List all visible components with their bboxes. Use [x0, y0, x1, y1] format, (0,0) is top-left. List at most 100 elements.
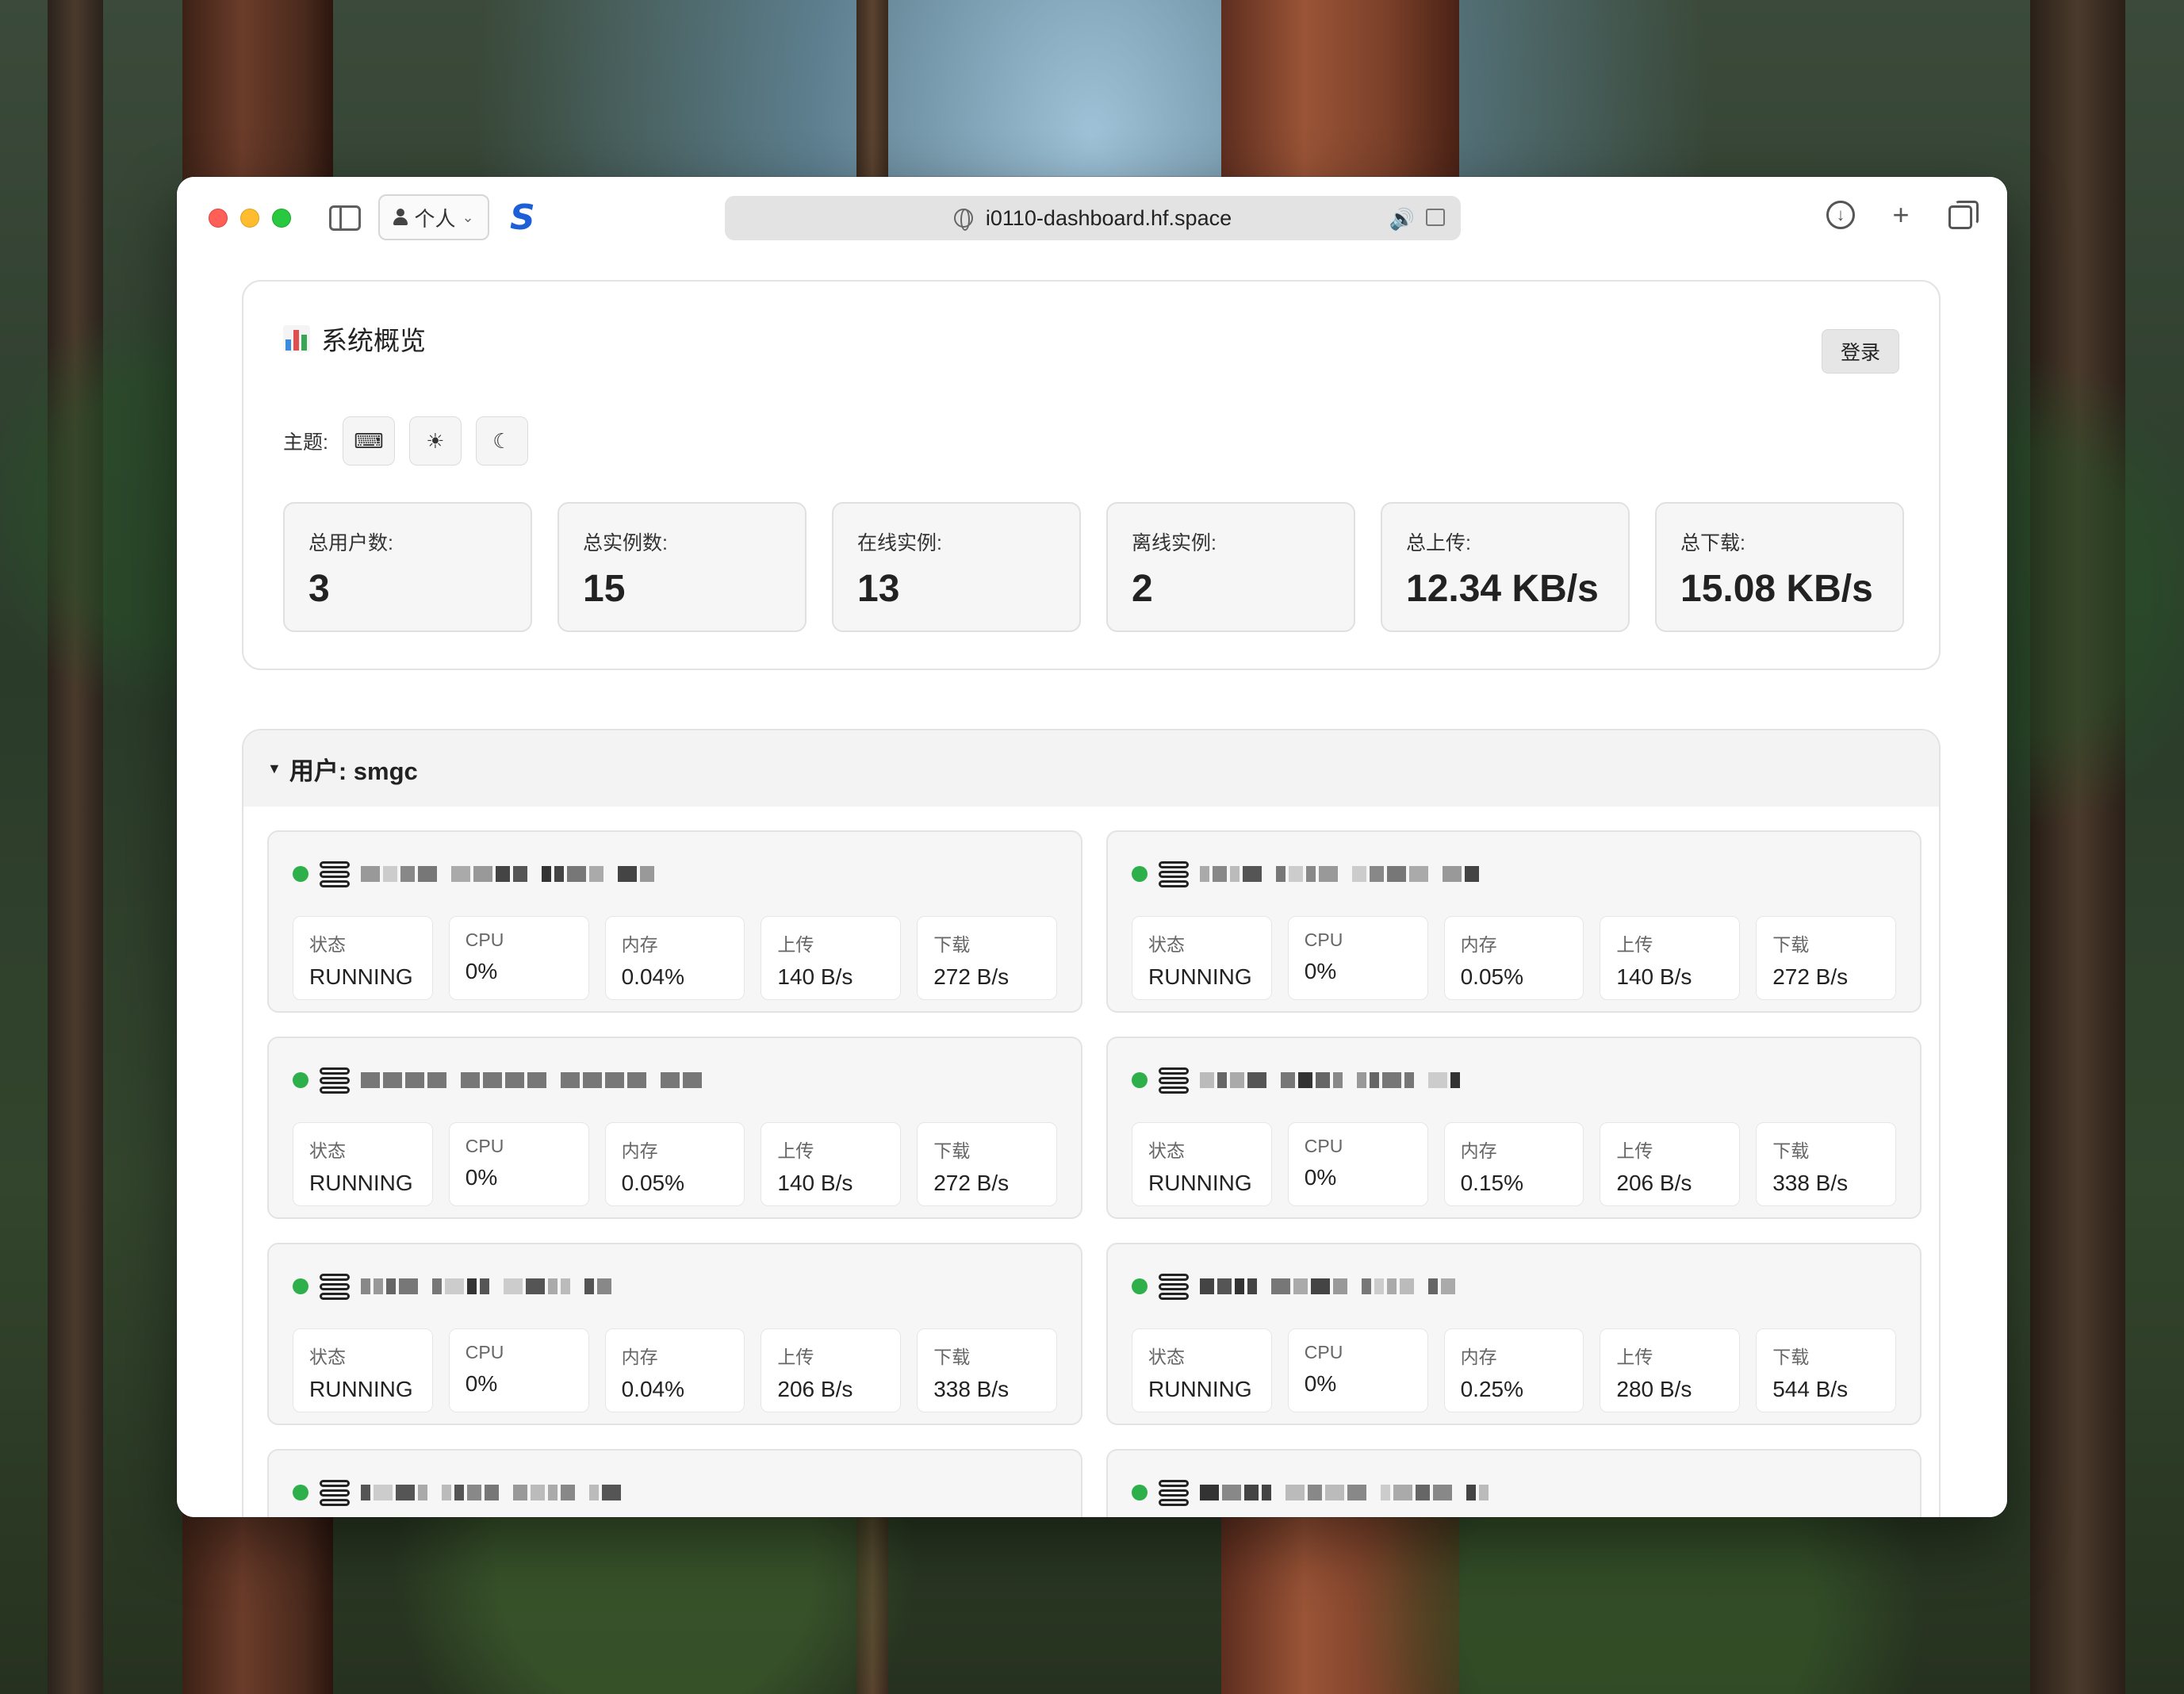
online-status-dot	[1132, 1485, 1148, 1500]
instance-name-redacted	[1200, 1484, 1489, 1501]
metric-label: 上传	[777, 1347, 814, 1367]
metric-label: 内存	[1460, 1347, 1497, 1367]
disclosure-triangle-icon: ▼	[267, 760, 282, 776]
metric-status: 状态 RUNNING	[293, 916, 433, 1000]
metric-cpu: CPU 0%	[448, 1328, 589, 1412]
metric-value: 338 B/s	[1772, 1171, 1849, 1195]
minimize-window-button[interactable]	[240, 209, 259, 228]
download-icon[interactable]: ↓	[1826, 201, 1855, 229]
close-window-button[interactable]	[209, 209, 228, 228]
theme-label: 主题:	[283, 431, 328, 454]
globe-icon	[953, 209, 973, 231]
online-status-dot	[293, 1485, 308, 1500]
stat-label: 总下载:	[1680, 532, 1745, 554]
login-button[interactable]: 登录	[1822, 329, 1899, 374]
instance-header	[293, 1451, 1057, 1517]
metric-value: 0%	[465, 1165, 498, 1190]
metric-label: 上传	[777, 1140, 814, 1161]
metric-value: 0%	[1304, 1371, 1337, 1396]
overview-title-text: 系统概览	[321, 326, 426, 355]
metric-status: 状态 RUNNING	[1132, 1328, 1272, 1412]
stat-online-instances: 在线实例: 13	[832, 502, 1081, 632]
server-icon	[1159, 859, 1189, 889]
metric-value: 0.04%	[621, 1377, 684, 1401]
online-status-dot	[293, 1072, 308, 1088]
user-section-header[interactable]: ▼ 用户: smgc	[243, 730, 1939, 807]
metric-value: 0.05%	[1460, 964, 1523, 989]
instance-header	[1132, 1038, 1896, 1122]
instance-name-redacted	[361, 865, 654, 883]
metric-label: 下载	[1772, 934, 1810, 955]
metric-label: 内存	[1460, 1140, 1497, 1161]
metric-up: 上传 140 B/s	[761, 916, 902, 1000]
metric-value: 272 B/s	[933, 1171, 1010, 1195]
instance-header	[1132, 1244, 1896, 1328]
instance-name-redacted	[1200, 1071, 1460, 1089]
instance-card: 状态 RUNNING CPU 0% 内存 0.15% 上传 206 B/s 下载 338 B/s	[1106, 1037, 1922, 1219]
metric-value: 0.25%	[1460, 1377, 1523, 1401]
metric-label: CPU	[465, 1136, 504, 1156]
instance-header	[293, 1038, 1057, 1122]
instance-metrics: 状态 RUNNING CPU 0% 内存 0.05% 上传 140 B/s 下载 272 B/s	[1132, 916, 1896, 1000]
metric-label: 状态	[309, 934, 346, 955]
metric-label: 内存	[621, 1347, 658, 1367]
metric-value: 0%	[1304, 1165, 1337, 1190]
metric-cpu: CPU 0%	[448, 916, 589, 1000]
metric-label: 下载	[1772, 1347, 1810, 1367]
metric-value: 140 B/s	[777, 1171, 853, 1195]
bar-chart-icon	[283, 325, 310, 352]
overview-card: 系统概览 登录 主题: ⌨ ☀ ☾ 总用户数: 3 总实例数: 15 在线实例:…	[242, 280, 1941, 670]
metric-value: RUNNING	[309, 1377, 413, 1401]
sidebar-toggle-icon[interactable]	[329, 205, 361, 231]
profile-selector[interactable]: 个人 ⌄	[378, 194, 489, 240]
instance-header	[293, 1244, 1057, 1328]
reader-icon[interactable]	[1426, 209, 1445, 226]
stat-value: 13	[857, 568, 900, 610]
url-text: i0110-dashboard.hf.space	[985, 205, 1232, 230]
metric-label: 状态	[1148, 1347, 1185, 1367]
instance-name-redacted	[361, 1071, 702, 1089]
instance-card: 状态 RUNNING CPU 0% 内存 0.05% 上传 140 B/s 下载 272 B/s	[1106, 830, 1922, 1013]
address-bar[interactable]: i0110-dashboard.hf.space 🔊	[725, 196, 1461, 240]
speaker-icon[interactable]: 🔊	[1389, 207, 1415, 232]
metric-label: 上传	[1616, 1347, 1653, 1367]
metric-mem: 内存 0.15%	[1443, 1122, 1584, 1206]
metric-label: 内存	[1460, 934, 1497, 955]
server-icon	[1159, 1271, 1189, 1301]
zoom-window-button[interactable]	[272, 209, 291, 228]
metric-mem: 内存 0.05%	[604, 1122, 745, 1206]
metric-label: 下载	[933, 1347, 971, 1367]
metric-value: 206 B/s	[777, 1377, 853, 1401]
instance-metrics: 状态 RUNNING CPU 0% 内存 0.25% 上传 280 B/s 下载 544 B/s	[1132, 1328, 1896, 1412]
extension-s-icon[interactable]: S	[510, 197, 535, 238]
metric-down: 下载 272 B/s	[1756, 916, 1896, 1000]
metric-down: 下载 272 B/s	[917, 1122, 1057, 1206]
stat-label: 总上传:	[1406, 532, 1471, 554]
metric-value: RUNNING	[1148, 964, 1252, 989]
stat-value: 12.34 KB/s	[1406, 568, 1599, 610]
metric-label: CPU	[1304, 1342, 1343, 1362]
online-status-dot	[1132, 1072, 1148, 1088]
system-theme-icon[interactable]: ⌨	[342, 416, 395, 466]
metric-label: 下载	[933, 1140, 971, 1161]
online-status-dot	[1132, 1278, 1148, 1294]
stat-value: 3	[308, 568, 330, 610]
dark-theme-icon[interactable]: ☾	[475, 416, 528, 466]
metric-label: 状态	[309, 1347, 346, 1367]
metric-up: 上传 140 B/s	[1600, 916, 1741, 1000]
metric-value: 272 B/s	[933, 964, 1010, 989]
metric-mem: 内存 0.04%	[604, 1328, 745, 1412]
instance-card	[1106, 1449, 1922, 1517]
stat-label: 离线实例:	[1132, 532, 1217, 554]
instance-name-redacted	[361, 1278, 611, 1295]
metric-value: RUNNING	[309, 964, 413, 989]
metric-cpu: CPU 0%	[1287, 916, 1428, 1000]
server-icon	[320, 1271, 350, 1301]
light-theme-icon[interactable]: ☀	[408, 416, 462, 466]
metric-label: CPU	[1304, 1136, 1343, 1156]
metric-value: 0.15%	[1460, 1171, 1523, 1195]
page-content: 系统概览 登录 主题: ⌨ ☀ ☾ 总用户数: 3 总实例数: 15 在线实例:…	[177, 259, 2007, 1517]
theme-switcher: 主题: ⌨ ☀ ☾	[283, 416, 528, 466]
tab-overview-icon[interactable]	[1947, 201, 1979, 229]
new-tab-icon[interactable]: +	[1887, 198, 1915, 231]
